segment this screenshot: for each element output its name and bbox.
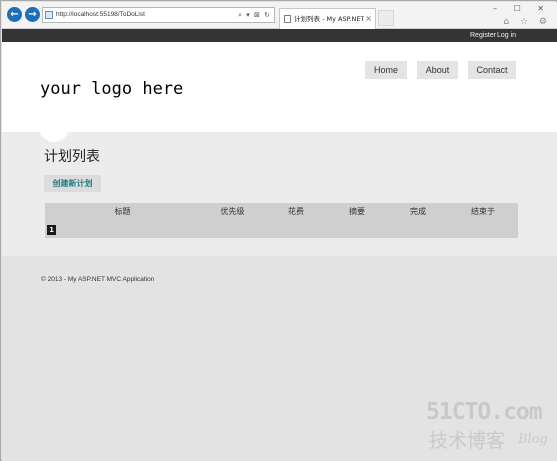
header-notch bbox=[39, 122, 69, 142]
page-title: 计划列表 bbox=[44, 149, 100, 165]
nav-about-link[interactable]: About bbox=[417, 61, 458, 79]
plan-table: 标题 优先级 花费 摘要 完成 结束于 1 bbox=[45, 203, 518, 238]
site-logo[interactable]: your logo here bbox=[40, 78, 183, 100]
watermark-site: 51CTO.com bbox=[426, 399, 543, 425]
main-content: 计划列表 创建新计划 标题 优先级 花费 摘要 完成 结束于 1 bbox=[2, 122, 557, 256]
browser-window: ← → http://localhost:55198/ToDoList ⌕ ▾ … bbox=[0, 0, 557, 461]
nav-contact-link[interactable]: Contact bbox=[468, 61, 516, 79]
browser-chrome: ← → http://localhost:55198/ToDoList ⌕ ▾ … bbox=[2, 2, 557, 29]
new-tab-button[interactable] bbox=[378, 10, 394, 26]
login-link[interactable]: Log in bbox=[497, 29, 516, 42]
site-header: your logo here Home About Contact bbox=[2, 42, 557, 132]
column-header-done: 完成 bbox=[410, 207, 426, 216]
address-bar-icons[interactable]: ⌕ ▾ ⊠ ↻ bbox=[238, 8, 271, 22]
row-number-badge: 1 bbox=[47, 225, 56, 235]
tab-page-icon bbox=[284, 15, 291, 23]
site-top-bar: Register Log in bbox=[2, 29, 557, 42]
copyright-text: © 2013 - My ASP.NET MVC Application bbox=[41, 276, 155, 283]
column-header-end: 结束于 bbox=[471, 207, 495, 216]
back-button[interactable]: ← bbox=[7, 7, 22, 22]
watermark-cn: 技术博客 bbox=[429, 430, 506, 452]
watermark-blog: Blog bbox=[518, 432, 548, 447]
register-link[interactable]: Register bbox=[470, 29, 496, 42]
forward-arrow-icon: → bbox=[28, 9, 37, 20]
tab-todolist[interactable]: 计划列表 - My ASP.NET ... × bbox=[279, 8, 376, 29]
create-new-plan-link[interactable]: 创建新计划 bbox=[44, 175, 101, 192]
nav-home-link[interactable]: Home bbox=[365, 61, 407, 79]
column-header-title: 标题 bbox=[114, 207, 131, 216]
column-header-summary: 摘要 bbox=[349, 207, 365, 216]
window-controls[interactable]: – ☐ ✕ bbox=[493, 3, 551, 15]
address-url[interactable]: http://localhost:55198/ToDoList bbox=[56, 8, 145, 22]
tab-close-icon[interactable]: × bbox=[365, 9, 372, 29]
back-arrow-icon: ← bbox=[10, 9, 19, 20]
column-header-priority: 优先级 bbox=[220, 207, 245, 216]
forward-button[interactable]: → bbox=[25, 7, 40, 22]
toolbar-icons[interactable]: ⌂ ☆ ⚙ bbox=[503, 16, 551, 28]
address-bar[interactable]: http://localhost:55198/ToDoList ⌕ ▾ ⊠ ↻ bbox=[42, 7, 275, 23]
column-header-cost: 花费 bbox=[288, 207, 304, 216]
tab-title: 计划列表 - My ASP.NET ... bbox=[294, 15, 364, 23]
page-favicon-icon bbox=[45, 11, 53, 19]
